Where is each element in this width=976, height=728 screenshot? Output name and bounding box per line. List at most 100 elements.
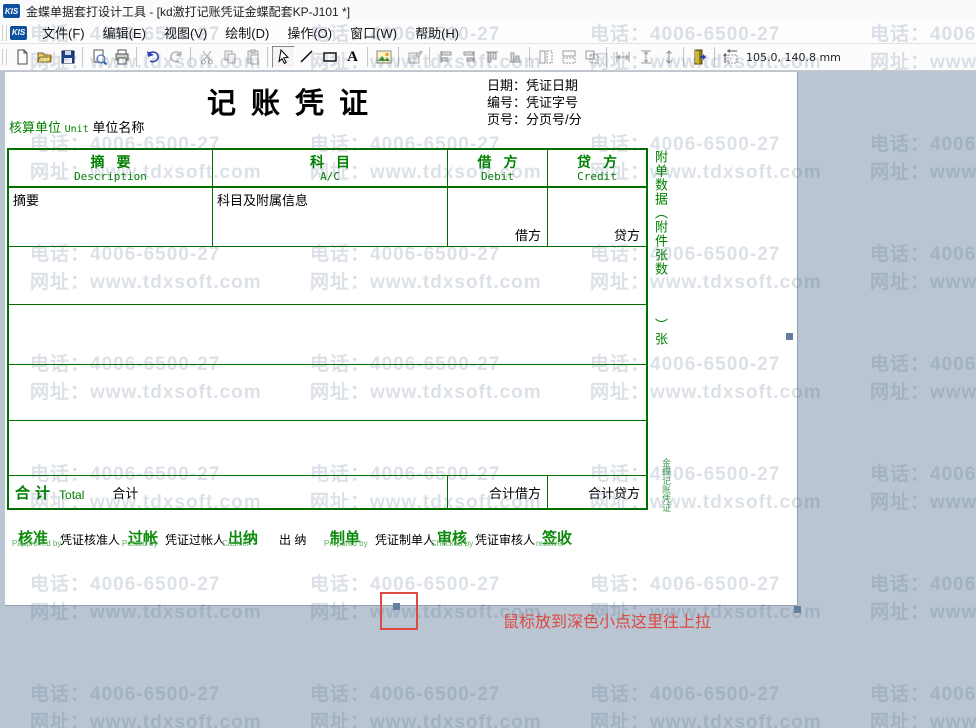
total-debit-field[interactable]: 合计借方 [448, 476, 548, 508]
new-document-button[interactable] [10, 46, 33, 68]
dimension-icon [723, 49, 739, 65]
same-height-icon [561, 49, 577, 65]
select-pointer-button[interactable] [272, 46, 295, 68]
exit-icon [692, 49, 708, 65]
sign-post-label[interactable]: 过帐Posted by [128, 527, 158, 548]
menu-draw[interactable]: 绘制(D) [216, 20, 278, 45]
sign-approve-field[interactable]: 凭证核准人 [60, 531, 120, 548]
same-size-icon [584, 49, 600, 65]
meta-page[interactable]: 页号：分页号/分 [487, 111, 582, 128]
sign-approve-en: Papproved by [12, 539, 61, 548]
sign-cashier-field[interactable]: 出 纳 [279, 531, 306, 548]
brand-side-note: 金蝶记账凭证 [660, 458, 673, 512]
header-account[interactable]: 科目A/C [213, 150, 448, 186]
unit-value[interactable]: 单位名称 [92, 120, 144, 135]
menu-help[interactable]: 帮助(H) [406, 20, 468, 45]
voucher-title[interactable]: 记账凭证 [207, 80, 383, 122]
align-bottom-button[interactable] [503, 46, 526, 68]
menu-file[interactable]: 文件(F) [33, 20, 94, 45]
sign-check-field[interactable]: 凭证审核人 [475, 531, 535, 548]
unit-label-zh: 核算单位 [9, 120, 61, 135]
copy-button[interactable] [218, 46, 241, 68]
redo-icon [168, 49, 184, 65]
text-tool-button[interactable]: A [341, 46, 364, 68]
print-button[interactable] [110, 46, 133, 68]
sign-receive-label[interactable]: 签收receiver [542, 527, 572, 548]
insert-image-button[interactable] [372, 46, 395, 68]
sign-prepare-label[interactable]: 制单Prepared by [330, 527, 360, 548]
toolbar-separator [714, 47, 716, 67]
header-credit[interactable]: 贷方Credit [548, 150, 646, 186]
copy-icon [222, 49, 238, 65]
header-debit[interactable]: 借方Debit [448, 150, 548, 186]
same-height-button[interactable] [557, 46, 580, 68]
toolbar-separator [136, 47, 138, 67]
field-summary[interactable]: 摘要 [9, 188, 213, 246]
open-file-icon [37, 49, 53, 65]
sign-approve-label[interactable]: 核准Papproved by [18, 527, 48, 548]
cut-button[interactable] [195, 46, 218, 68]
meta-date[interactable]: 日期：凭证日期 [487, 77, 582, 94]
sign-check-label[interactable]: 审核Checked by [437, 527, 467, 548]
align-top-button[interactable] [480, 46, 503, 68]
meta-number[interactable]: 编号：凭证字号 [487, 94, 582, 111]
menu-operate[interactable]: 操作(O) [278, 20, 341, 45]
menu-view[interactable]: 视图(V) [155, 20, 216, 45]
sign-cashier-label[interactable]: 出纳Cashier [228, 527, 258, 548]
horizontal-spacing-button[interactable] [611, 46, 634, 68]
meta-page-label: 页号： [487, 112, 526, 127]
same-width-button[interactable] [534, 46, 557, 68]
meta-date-label: 日期： [487, 78, 526, 93]
save-button[interactable] [56, 46, 79, 68]
header-summary-zh: 摘要 [91, 154, 143, 170]
field-debit[interactable]: 借方 [448, 188, 548, 246]
line-tool-button[interactable] [295, 46, 318, 68]
open-file-button[interactable] [33, 46, 56, 68]
rectangle-tool-button[interactable] [318, 46, 341, 68]
menu-window[interactable]: 窗口(W) [341, 20, 406, 45]
sign-cashier-en: Cashier [222, 539, 250, 548]
menubar-grip[interactable] [2, 25, 7, 41]
resize-handle-corner[interactable] [794, 606, 801, 613]
sign-prepare-field[interactable]: 凭证制单人 [375, 531, 435, 548]
object-properties-button[interactable] [403, 46, 426, 68]
undo-button[interactable] [141, 46, 164, 68]
align-left-button[interactable] [434, 46, 457, 68]
header-summary[interactable]: 摘要Description [9, 150, 213, 186]
print-preview-button[interactable] [87, 46, 110, 68]
meta-date-value[interactable]: 凭证日期 [526, 78, 578, 93]
total-label-cell[interactable]: 合计 Total 合计 [9, 476, 448, 508]
empty-row [9, 247, 646, 305]
voucher-page[interactable]: 记账凭证 日期：凭证日期 编号：凭证字号 页号：分页号/分 核算单位 Unit … [5, 72, 798, 606]
vertical-spacing-button[interactable] [634, 46, 657, 68]
field-credit[interactable]: 贷方 [548, 188, 646, 246]
paste-button[interactable] [241, 46, 264, 68]
unit-line[interactable]: 核算单位 Unit 单位名称 [9, 117, 144, 136]
align-right-button[interactable] [457, 46, 480, 68]
field-account[interactable]: 科目及附属信息 [213, 188, 448, 246]
attachment-count-note[interactable]: 附单数据（附件张数 ）张 [651, 150, 670, 450]
same-size-button[interactable] [580, 46, 603, 68]
total-field[interactable]: 合计 [112, 483, 138, 502]
total-credit-field[interactable]: 合计贷方 [548, 476, 646, 508]
meta-page-value[interactable]: 分页号/分 [526, 112, 582, 127]
redo-button[interactable] [164, 46, 187, 68]
new-document-icon [14, 49, 30, 65]
align-bottom-icon [507, 49, 523, 65]
menu-edit[interactable]: 编辑(E) [94, 20, 155, 45]
voucher-table: 摘要Description 科目A/C 借方Debit 贷方Credit 摘要 … [7, 148, 648, 510]
empty-row [9, 421, 646, 476]
voucher-meta: 日期：凭证日期 编号：凭证字号 页号：分页号/分 [487, 77, 582, 128]
design-canvas[interactable]: 记账凭证 日期：凭证日期 编号：凭证字号 页号：分页号/分 核算单位 Unit … [0, 71, 976, 728]
fit-height-button[interactable] [657, 46, 680, 68]
vertical-spacing-icon [638, 49, 654, 65]
toolbar-separator [190, 47, 192, 67]
same-width-icon [538, 49, 554, 65]
toolbar-grip[interactable] [2, 49, 7, 65]
resize-handle-right[interactable] [786, 333, 793, 340]
undo-icon [145, 49, 161, 65]
sign-post-field[interactable]: 凭证过帐人 [165, 531, 225, 548]
exit-button[interactable] [688, 46, 711, 68]
toolbar-separator [606, 47, 608, 67]
meta-number-value[interactable]: 凭证字号 [526, 95, 578, 110]
